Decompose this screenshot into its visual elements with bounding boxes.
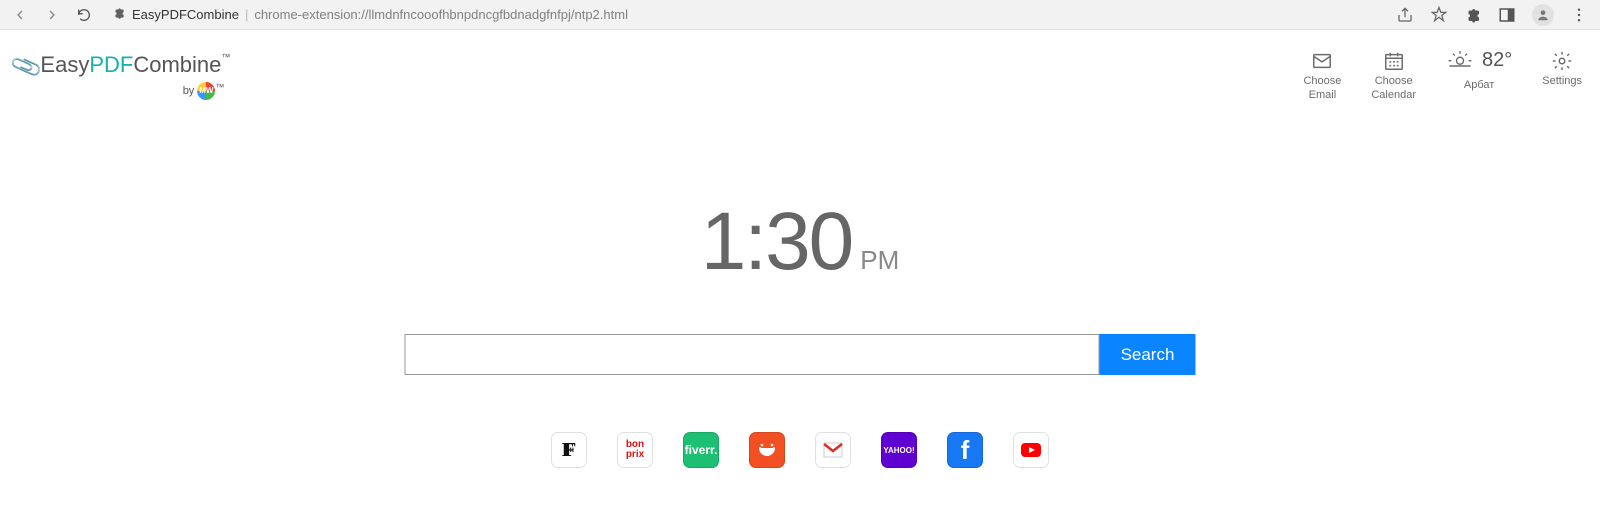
weather-location: Арбат	[1464, 79, 1494, 91]
search-form: Search	[405, 334, 1196, 375]
quick-links: FF bonprix fiverr. YAHOO! f	[551, 432, 1049, 468]
new-tab-page: 📎EasyPDFCombine™ by MW™ Choose Email Cho…	[0, 30, 1600, 505]
brand-logo: 📎EasyPDFCombine™ by MW™	[12, 52, 230, 100]
settings-button[interactable]: Settings	[1542, 48, 1582, 88]
quicklink-yahoo[interactable]: YAHOO!	[881, 432, 917, 468]
profile-avatar[interactable]	[1532, 4, 1554, 26]
omnibox-title: EasyPDFCombine	[132, 7, 239, 22]
omnibox-separator: |	[245, 7, 248, 22]
clock-time: 1:30	[701, 196, 853, 287]
quicklink-farfetch[interactable]: FF	[551, 432, 587, 468]
temperature: 82°	[1482, 49, 1512, 72]
forward-button[interactable]	[38, 1, 66, 29]
quicklink-aliexpress[interactable]	[749, 432, 785, 468]
share-icon[interactable]	[1396, 6, 1414, 24]
choose-email-button[interactable]: Choose Email	[1303, 48, 1341, 103]
extensions-icon[interactable]	[1464, 6, 1482, 24]
chrome-actions	[1396, 4, 1594, 26]
bookmark-star-icon[interactable]	[1430, 6, 1448, 24]
clock-ampm: PM	[860, 245, 899, 275]
aliexpress-icon	[755, 438, 779, 462]
search-button[interactable]: Search	[1100, 334, 1196, 375]
sidepanel-icon[interactable]	[1498, 6, 1516, 24]
youtube-icon	[1019, 438, 1043, 462]
calendar-label-2: Calendar	[1371, 88, 1416, 102]
chrome-menu-icon[interactable]	[1570, 6, 1588, 24]
calendar-label-1: Choose	[1375, 74, 1413, 88]
top-toolbar: Choose Email Choose Calendar 82° Арбат S…	[1303, 48, 1582, 103]
back-button[interactable]	[6, 1, 34, 29]
clock: 1:30PM	[0, 195, 1600, 289]
email-label-2: Email	[1309, 88, 1337, 102]
choose-calendar-button[interactable]: Choose Calendar	[1371, 48, 1416, 103]
gmail-icon	[821, 438, 845, 462]
omnibox-url: chrome-extension://llmdnfncooofhbnpdncgf…	[254, 7, 628, 22]
browser-chrome: EasyPDFCombine | chrome-extension://llmd…	[0, 0, 1600, 30]
quicklink-youtube[interactable]	[1013, 432, 1049, 468]
quicklink-gmail[interactable]	[815, 432, 851, 468]
logo-part1: Easy	[40, 52, 89, 77]
email-icon	[1311, 48, 1333, 74]
logo-part2: PDF	[89, 52, 133, 77]
mw-badge: MW	[197, 82, 215, 100]
quicklink-bonprix[interactable]: bonprix	[617, 432, 653, 468]
quicklink-fiverr[interactable]: fiverr.	[683, 432, 719, 468]
extension-icon	[112, 6, 126, 23]
logo-tm: ™	[221, 52, 230, 62]
byline-by: by	[183, 85, 195, 97]
byline-tm: ™	[215, 82, 224, 92]
weather-icon	[1446, 48, 1474, 73]
reload-button[interactable]	[70, 1, 98, 29]
calendar-icon	[1383, 48, 1405, 74]
email-label-1: Choose	[1303, 74, 1341, 88]
search-input[interactable]	[405, 334, 1100, 375]
weather-widget[interactable]: 82° Арбат	[1446, 48, 1512, 91]
gear-icon	[1551, 48, 1573, 74]
address-bar[interactable]: EasyPDFCombine | chrome-extension://llmd…	[102, 6, 1392, 23]
settings-label: Settings	[1542, 74, 1582, 88]
logo-byline: by MW™	[12, 82, 230, 100]
quicklink-facebook[interactable]: f	[947, 432, 983, 468]
logo-part3: Combine	[133, 52, 221, 77]
